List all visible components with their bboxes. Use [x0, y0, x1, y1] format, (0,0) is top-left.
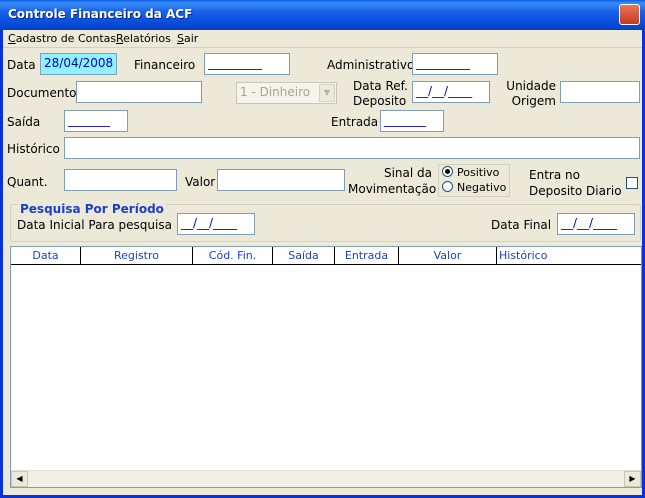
menu-sair[interactable]: Sair — [177, 32, 198, 45]
financeiro-field[interactable]: _________ — [204, 53, 290, 75]
menu-cadastro-de-contas[interactable]: Cadastro de Contas — [8, 32, 116, 45]
main-window: Controle Financeiro da ACF Cadastro de C… — [0, 0, 645, 498]
valor-field[interactable] — [217, 169, 345, 191]
col-historico[interactable]: Histórico — [497, 247, 641, 265]
saida-label: Saída — [7, 115, 41, 129]
data-ref-deposito-field[interactable]: __/__/____ — [412, 81, 490, 103]
horizontal-scrollbar[interactable]: ◀ ▶ — [11, 470, 641, 487]
title-bar: Controle Financeiro da ACF — [0, 0, 645, 30]
quant-field[interactable] — [64, 169, 177, 191]
unidade-label-line1: Unidade — [506, 79, 556, 93]
documento-label: Documento — [7, 86, 77, 100]
data-ref-label-line1: Data Ref. — [353, 79, 408, 93]
entra-label-line2: Deposito Diario — [529, 184, 622, 198]
sinal-label-line1: Sinal da — [383, 166, 432, 180]
radio-negativo[interactable]: Negativo — [442, 181, 506, 194]
menu-relatorios[interactable]: Relatórios — [116, 32, 171, 45]
radio-selected-icon — [442, 166, 453, 177]
historico-label: Histórico — [7, 142, 60, 156]
quant-label: Quant. — [7, 175, 48, 189]
sinal-radio-group: Positivo Negativo — [438, 164, 510, 197]
radio-positivo[interactable]: Positivo — [442, 166, 499, 179]
col-entrada[interactable]: Entrada — [335, 247, 399, 265]
unidade-label-line2: Origem — [511, 94, 556, 108]
menu-bar: Cadastro de Contas Relatórios Sair — [3, 30, 642, 48]
entra-label-line1: Entra no — [529, 168, 580, 182]
col-saida[interactable]: Saída — [273, 247, 335, 265]
historico-field[interactable] — [64, 137, 640, 159]
entra-deposito-checkbox[interactable] — [626, 177, 638, 189]
data-field[interactable]: 28/04/2008 — [40, 53, 117, 75]
entrada-label: Entrada — [331, 115, 379, 129]
sinal-label-line2: Movimentação — [348, 182, 437, 196]
administrativo-label: Administrativo — [327, 58, 415, 72]
scroll-left-icon[interactable]: ◀ — [11, 471, 28, 487]
chevron-down-icon: ▼ — [319, 84, 335, 102]
col-valor[interactable]: Valor — [399, 247, 497, 265]
entrada-field[interactable]: _______ — [380, 110, 444, 132]
unidade-origem-field[interactable] — [560, 81, 640, 103]
documento-field[interactable] — [76, 81, 202, 103]
pesquisa-title: Pesquisa Por Período — [18, 202, 166, 216]
data-final-field[interactable]: __/__/____ — [557, 213, 635, 235]
data-ref-label-line2: Deposito — [353, 94, 407, 108]
scroll-right-icon[interactable]: ▶ — [624, 471, 641, 487]
data-final-label: Data Final — [491, 218, 552, 232]
forma-pagamento-value: 1 - Dinheiro — [240, 85, 311, 99]
col-registro[interactable]: Registro — [81, 247, 193, 265]
radio-unselected-icon — [442, 181, 453, 192]
movimentacao-grid[interactable]: Data Registro Cód. Fin. Saída Entrada Va… — [10, 246, 642, 488]
data-label: Data — [7, 58, 36, 72]
financeiro-label: Financeiro — [134, 58, 196, 72]
data-inicial-label: Data Inicial Para pesquisa — [17, 218, 172, 232]
grid-header: Data Registro Cód. Fin. Saída Entrada Va… — [11, 247, 641, 265]
col-data[interactable]: Data — [11, 247, 81, 265]
data-inicial-field[interactable]: __/__/____ — [177, 213, 255, 235]
window-title: Controle Financeiro da ACF — [8, 7, 193, 21]
valor-label: Valor — [185, 175, 216, 189]
saida-field[interactable]: _______ — [64, 110, 128, 132]
forma-pagamento-select[interactable]: 1 - Dinheiro ▼ — [236, 82, 337, 104]
col-cod-fin[interactable]: Cód. Fin. — [193, 247, 273, 265]
close-window-button[interactable] — [619, 4, 640, 25]
administrativo-field[interactable]: _________ — [412, 53, 498, 75]
